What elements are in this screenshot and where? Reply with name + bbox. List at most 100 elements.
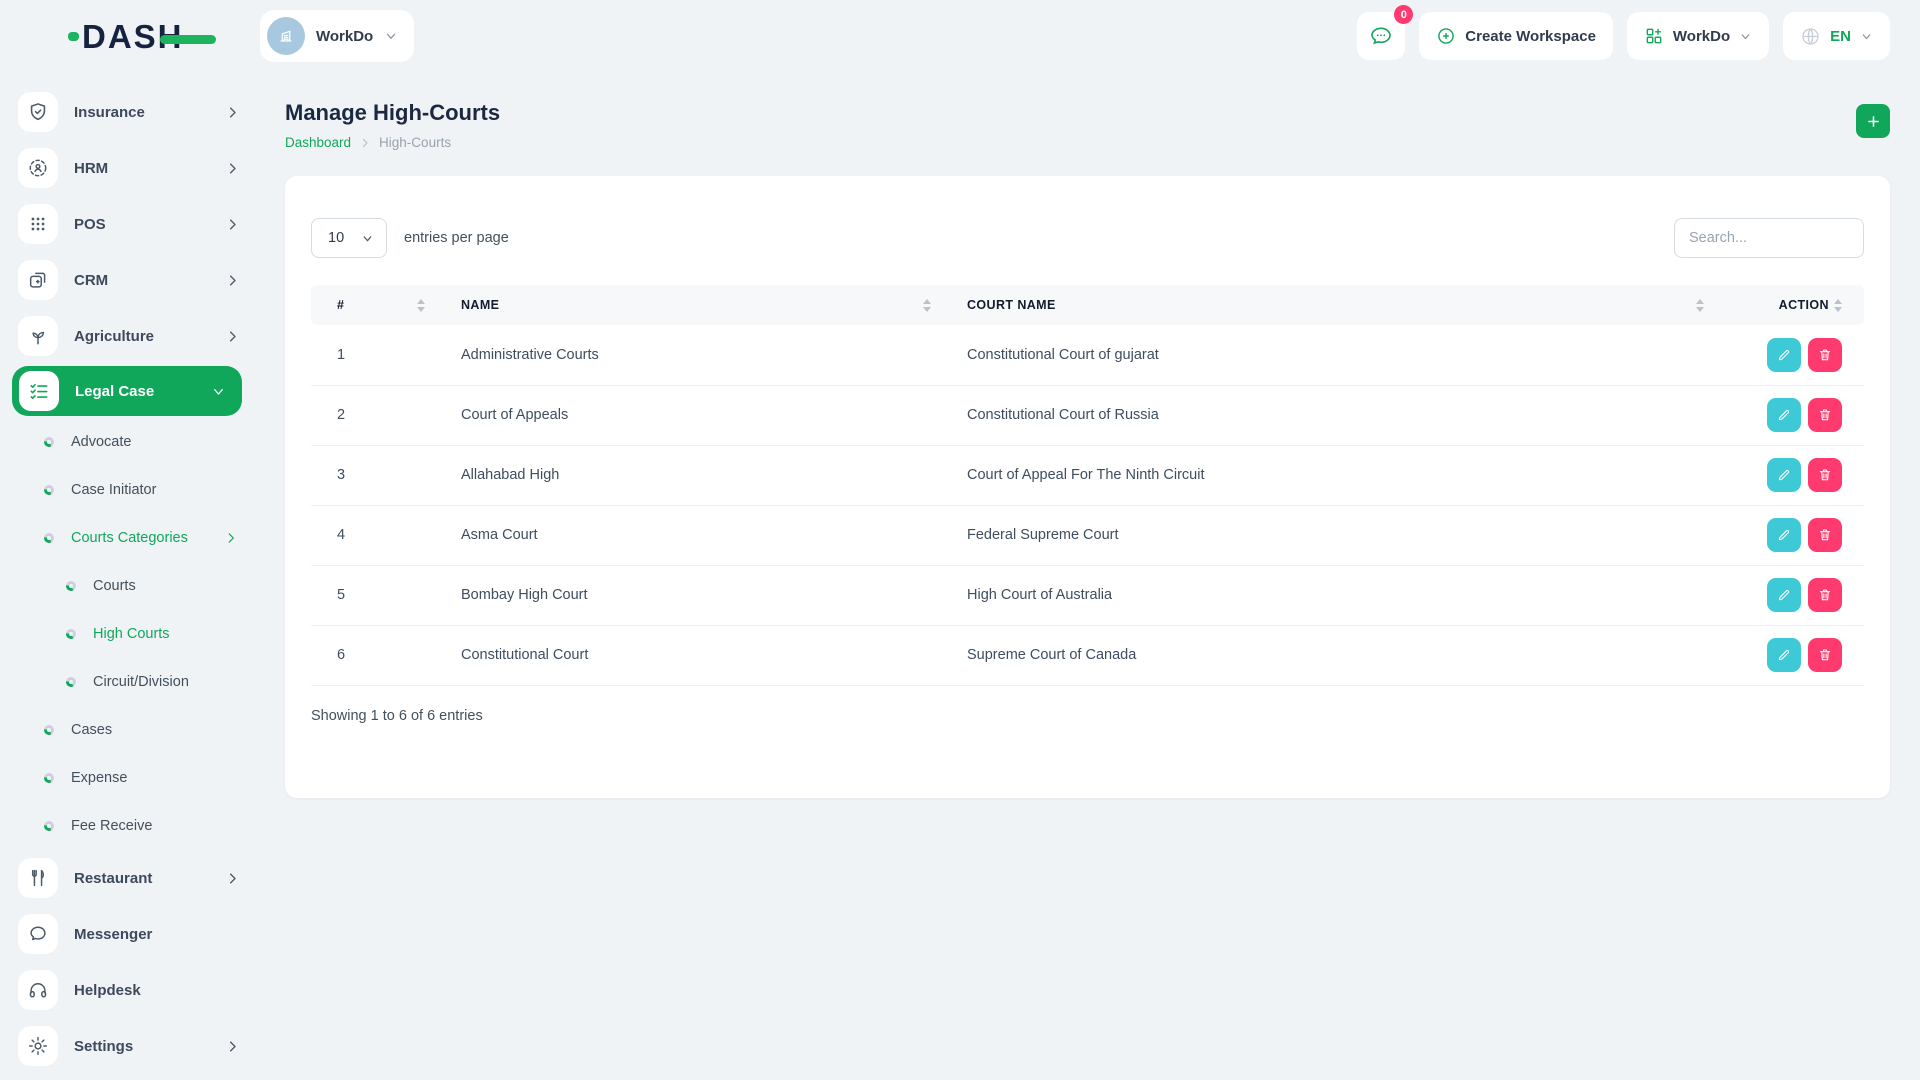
edit-button[interactable] (1767, 518, 1801, 552)
chevron-right-icon (225, 273, 240, 288)
add-high-court-button[interactable] (1856, 104, 1890, 138)
sidebar-item-helpdesk[interactable]: Helpdesk (0, 962, 260, 1018)
edit-button[interactable] (1767, 638, 1801, 672)
language-code: EN (1830, 27, 1851, 45)
cell-num: 6 (311, 625, 435, 686)
cell-num: 2 (311, 385, 435, 446)
sidebar-item-restaurant[interactable]: Restaurant (0, 850, 260, 906)
sidebar-subitem-label: Cases (71, 722, 113, 738)
sidebar-item-label: Legal Case (75, 382, 155, 400)
edit-button[interactable] (1767, 458, 1801, 492)
sidebar-item-settings[interactable]: Settings (0, 1018, 260, 1074)
sort-arrows-icon (1696, 298, 1704, 312)
cell-name: Court of Appeals (435, 385, 941, 446)
workspace-switcher[interactable]: WorkDo (260, 10, 415, 62)
circle-plus-icon (1438, 28, 1455, 44)
chevron-right-icon (359, 137, 371, 149)
column-label: COURT NAME (967, 298, 1056, 312)
sort-arrows-icon (417, 298, 425, 312)
sidebar-item-case-initiator[interactable]: Case Initiator (0, 466, 260, 514)
edit-button[interactable] (1767, 337, 1801, 372)
sidebar-item-label: POS (74, 215, 106, 233)
sidebar-item-agriculture[interactable]: Agriculture (0, 308, 260, 364)
cell-name: Bombay High Court (435, 565, 941, 626)
table-controls: 10 entries per page (311, 218, 1864, 258)
cell-num: 5 (311, 565, 435, 626)
create-workspace-button[interactable]: Create Workspace (1419, 12, 1613, 60)
sidebar-item-label: Settings (74, 1037, 134, 1055)
chevron-right-icon (225, 105, 240, 120)
edit-button[interactable] (1767, 398, 1801, 432)
delete-button[interactable] (1808, 638, 1842, 672)
sidebar-item-pos[interactable]: POS (0, 196, 260, 252)
sidebar-item-insurance[interactable]: Insurance (0, 84, 260, 140)
table-row: 6 Constitutional Court Supreme Court of … (311, 625, 1864, 686)
sidebar-item-crm[interactable]: CRM (0, 252, 260, 308)
table-card: 10 entries per page # NAME (285, 176, 1890, 798)
sidebar-subitem-label: Circuit/Division (93, 674, 189, 690)
column-header-num[interactable]: # (311, 285, 435, 325)
chevron-right-icon (225, 1039, 240, 1054)
fork-knife-icon (18, 858, 58, 898)
page-title: Manage High-Courts (285, 100, 501, 125)
cell-court: Constitutional Court of gujarat (941, 325, 1714, 386)
globe-icon (1802, 27, 1819, 45)
delete-button[interactable] (1808, 578, 1842, 612)
table-row: 1 Administrative Courts Constitutional C… (311, 325, 1864, 386)
sidebar-item-label: Insurance (74, 103, 145, 121)
delete-button[interactable] (1808, 337, 1842, 372)
language-selector[interactable]: EN (1783, 12, 1890, 60)
main-content: Manage High-Courts Dashboard High-Courts… (260, 72, 1920, 1080)
sidebar-subitem-label: Expense (71, 770, 128, 786)
column-header-court-name[interactable]: COURT NAME (941, 285, 1714, 325)
sidebar-item-cases[interactable]: Cases (0, 706, 260, 754)
entries-per-page-select[interactable]: 10 (311, 218, 387, 258)
delete-button[interactable] (1808, 398, 1842, 432)
chevron-down-icon (1739, 30, 1752, 43)
column-label: # (337, 298, 345, 312)
sidebar-item-high-courts[interactable]: High Courts (0, 610, 260, 658)
table-row: 3 Allahabad High Court of Appeal For The… (311, 445, 1864, 506)
app-logo[interactable]: DASH (0, 20, 260, 53)
pencil-icon (1778, 590, 1790, 601)
table-row: 2 Court of Appeals Constitutional Court … (311, 385, 1864, 446)
gear-icon (18, 1026, 58, 1066)
trash-icon (1819, 409, 1831, 421)
sidebar-item-messenger[interactable]: Messenger (0, 906, 260, 962)
cell-name: Administrative Courts (435, 325, 941, 386)
bullet-ring-icon (44, 725, 54, 735)
search-input[interactable] (1674, 218, 1864, 258)
bullet-ring-icon (44, 485, 54, 495)
trash-icon (1819, 649, 1831, 661)
column-label: ACTION (1778, 298, 1829, 312)
sidebar-item-expense[interactable]: Expense (0, 754, 260, 802)
sidebar-item-advocate[interactable]: Advocate (0, 418, 260, 466)
sidebar-item-fee-receive[interactable]: Fee Receive (0, 802, 260, 850)
pencil-icon (1778, 349, 1790, 360)
sidebar-item-hrm[interactable]: HRM (0, 140, 260, 196)
bullet-ring-icon (44, 773, 54, 783)
sidebar-item-legal-case[interactable]: Legal Case (12, 366, 242, 416)
sidebar-item-courts-categories[interactable]: Courts Categories (0, 514, 260, 562)
cell-court: Federal Supreme Court (941, 505, 1714, 566)
breadcrumb-dashboard-link[interactable]: Dashboard (285, 135, 351, 150)
sidebar-item-label: CRM (74, 271, 109, 289)
sidebar-subitem-label: Courts Categories (71, 530, 188, 546)
sidebar-item-courts[interactable]: Courts (0, 562, 260, 610)
create-workspace-label: Create Workspace (1465, 27, 1596, 45)
column-header-name[interactable]: NAME (435, 285, 941, 325)
edit-button[interactable] (1767, 578, 1801, 612)
column-header-action[interactable]: ACTION (1714, 285, 1864, 325)
building-icon (280, 30, 292, 42)
pencil-icon (1778, 410, 1790, 421)
workspace-dropdown[interactable]: WorkDo (1626, 12, 1770, 60)
delete-button[interactable] (1808, 518, 1842, 552)
chevron-right-icon (225, 329, 240, 344)
table-footer-status: Showing 1 to 6 of 6 entries (311, 707, 483, 724)
messages-badge: 0 (1394, 5, 1414, 24)
sidebar-item-circuit-division[interactable]: Circuit/Division (0, 658, 260, 706)
messages-button[interactable]: 0 (1357, 5, 1414, 60)
bullet-ring-icon (44, 437, 54, 447)
delete-button[interactable] (1808, 458, 1842, 492)
bullet-ring-icon (44, 821, 54, 831)
